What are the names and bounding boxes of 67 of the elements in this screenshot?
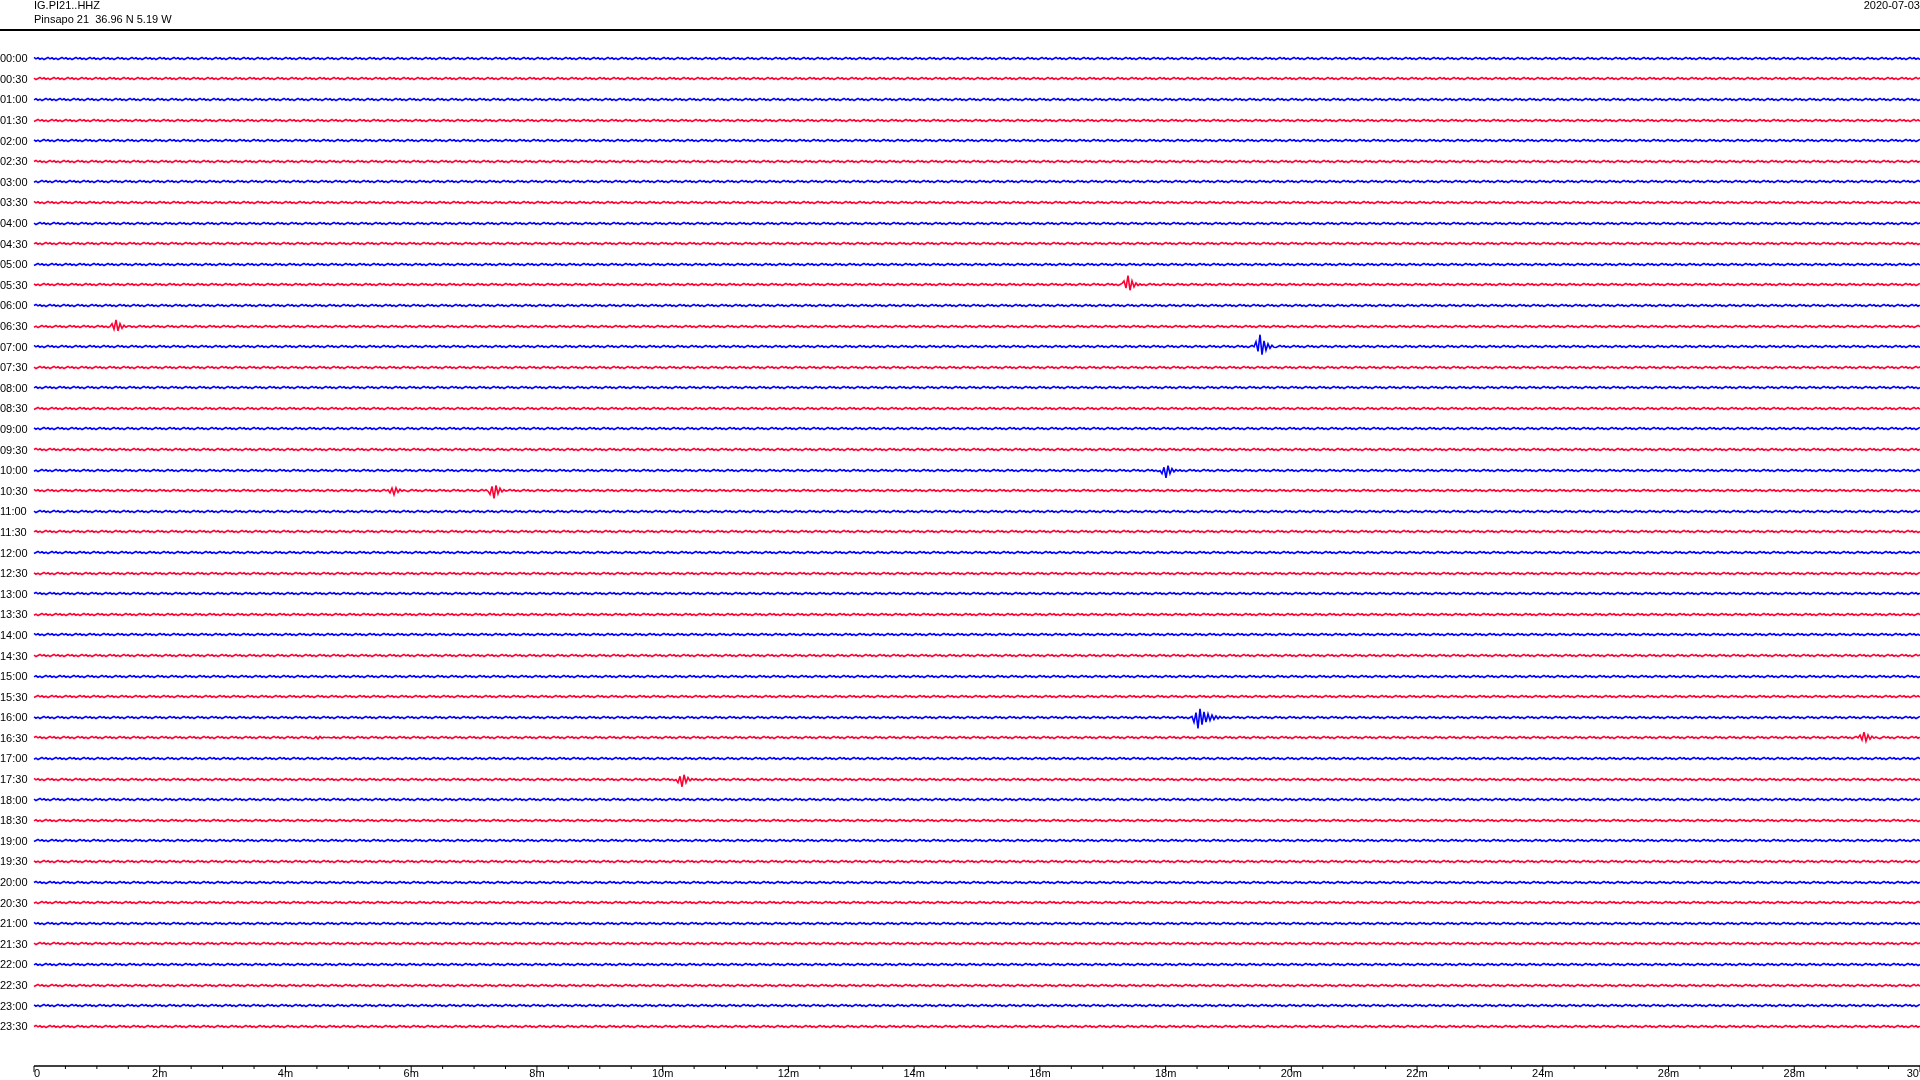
time-label: 12:30 <box>0 567 29 580</box>
time-label: 08:30 <box>0 402 29 415</box>
axis-tick-label: 16m <box>1029 1066 1051 1079</box>
time-label: 02:30 <box>0 155 29 168</box>
time-label: 18:00 <box>0 793 29 806</box>
time-label: 21:30 <box>0 937 29 950</box>
time-label: 20:00 <box>0 876 29 889</box>
time-label: 06:00 <box>0 299 29 312</box>
time-label: 23:30 <box>0 1020 29 1033</box>
time-label: 13:00 <box>0 587 29 600</box>
time-label: 10:00 <box>0 464 29 477</box>
time-label: 05:00 <box>0 258 29 271</box>
time-label: 16:30 <box>0 731 29 744</box>
time-label: 10:30 <box>0 484 29 497</box>
time-label: 18:30 <box>0 814 29 827</box>
time-label: 16:00 <box>0 711 29 724</box>
station-code: IG.PI21..HHZ <box>34 0 102 12</box>
axis-tick-label: 12m <box>777 1066 800 1079</box>
axis-tick-label: 4m <box>277 1066 294 1079</box>
axis-tick-label: 6m <box>403 1066 419 1079</box>
axis-tick-label: 2m <box>152 1066 168 1079</box>
time-label: 04:30 <box>0 237 29 250</box>
axis-tick-label: 8m <box>529 1066 545 1079</box>
axis-tick-label: 24m <box>1532 1066 1554 1079</box>
axis-tick-label: 14m <box>903 1066 925 1079</box>
record-date: 2020-07-03 <box>1863 0 1920 13</box>
time-label: 00:00 <box>0 52 29 65</box>
time-label: 08:00 <box>0 381 29 394</box>
time-label: 07:30 <box>0 361 29 374</box>
time-label: 22:30 <box>0 979 29 991</box>
time-label: 09:00 <box>0 423 29 435</box>
time-label: 21:00 <box>0 917 29 930</box>
time-label: 15:00 <box>0 670 29 683</box>
time-label: 03:30 <box>0 196 29 209</box>
axis-tick-label: 22m <box>1406 1066 1428 1079</box>
station-location: Pinsapo 21 36.96 N 5.19 W <box>34 12 172 26</box>
time-label: 11:30 <box>0 525 28 538</box>
time-label: 11:00 <box>0 505 28 518</box>
axis-tick-label: 20m <box>1280 1066 1303 1079</box>
time-label: 06:30 <box>0 320 29 332</box>
time-label: 14:00 <box>0 628 29 641</box>
time-label: 14:30 <box>0 649 29 662</box>
time-label: 19:00 <box>0 834 29 847</box>
time-label: 07:00 <box>0 340 29 353</box>
time-label: 02:00 <box>0 134 29 147</box>
axis-tick-label: 10m <box>651 1066 674 1079</box>
axis-tick-label: 26m <box>1657 1066 1680 1079</box>
time-label: 19:30 <box>0 855 29 868</box>
time-label: 12:00 <box>0 546 29 559</box>
axis-tick-label: 30 <box>1906 1066 1919 1079</box>
time-label: 20:30 <box>0 896 29 909</box>
time-label: 01:30 <box>0 114 29 127</box>
time-label: 01:00 <box>0 93 29 106</box>
time-label: 13:30 <box>0 608 29 621</box>
time-label: 05:30 <box>0 278 29 291</box>
time-label: 04:00 <box>0 217 29 230</box>
time-label: 22:00 <box>0 958 29 971</box>
time-label: 17:00 <box>0 752 29 765</box>
time-label: 23:00 <box>0 999 29 1012</box>
time-label: 09:30 <box>0 443 29 456</box>
axis-tick-label: 28m <box>1783 1066 1805 1079</box>
time-label: 17:30 <box>0 773 29 786</box>
axis-tick-label: 18m <box>1154 1066 1177 1079</box>
axis-tick-label: 0 <box>33 1066 41 1079</box>
time-label: 03:00 <box>0 175 29 188</box>
time-label: 15:30 <box>0 690 29 703</box>
time-label: 00:30 <box>0 72 29 85</box>
